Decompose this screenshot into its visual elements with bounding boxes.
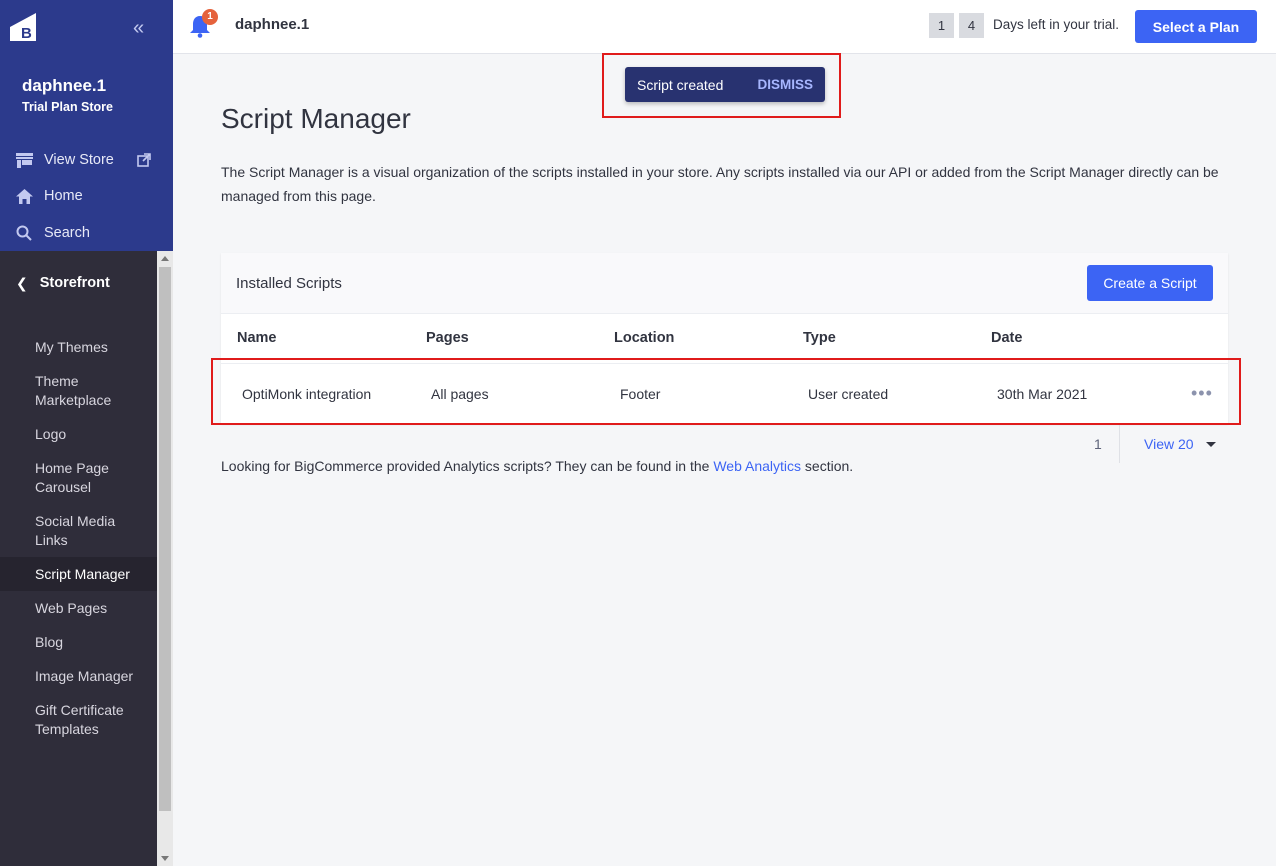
- sidebar-item-search[interactable]: Search: [0, 218, 173, 248]
- sidebar-item-image-manager[interactable]: Image Manager: [0, 667, 157, 686]
- scrollbar-thumb[interactable]: [159, 267, 171, 811]
- sidebar-item-logo[interactable]: Logo: [0, 425, 157, 444]
- sidebar-item-home-page-carousel[interactable]: Home Page Carousel: [0, 459, 157, 497]
- trial-days-digit: 1: [929, 13, 954, 38]
- toast-notification: Script created DISMISS: [625, 67, 825, 102]
- external-link-icon[interactable]: [137, 153, 151, 167]
- svg-text:B: B: [21, 25, 32, 41]
- sidebar-item-web-pages[interactable]: Web Pages: [0, 599, 157, 618]
- scroll-down-arrow-icon[interactable]: [161, 856, 169, 861]
- dismiss-button[interactable]: DISMISS: [757, 77, 813, 92]
- sidebar-item-script-manager[interactable]: Script Manager: [0, 557, 157, 591]
- top-bar: 1 daphnee.1 1 4 Days left in your trial.…: [173, 0, 1276, 54]
- sidebar-item-blog[interactable]: Blog: [0, 633, 157, 652]
- sidebar-header: B « daphnee.1 Trial Plan Store View Stor…: [0, 0, 173, 251]
- pagination-divider: [1119, 425, 1120, 463]
- footnote-text: Looking for BigCommerce provided Analyti…: [221, 458, 714, 474]
- chevron-left-icon: ❮: [16, 274, 28, 291]
- column-header-date[interactable]: Date: [991, 330, 1022, 346]
- view-per-page-select[interactable]: View 20: [1144, 436, 1194, 452]
- caret-down-icon[interactable]: [1206, 442, 1216, 447]
- sidebar-item-gift-certificate-templates[interactable]: Gift Certificate Templates: [0, 701, 157, 739]
- bigcommerce-logo-icon[interactable]: B: [10, 13, 36, 41]
- toast-message: Script created: [637, 76, 724, 93]
- card-header: Installed Scripts Create a Script: [221, 253, 1228, 314]
- page-description: The Script Manager is a visual organizat…: [221, 164, 1219, 204]
- page-title: Script Manager: [221, 103, 411, 134]
- sidebar-store-name: daphnee.1: [22, 76, 107, 95]
- home-icon: [14, 186, 34, 206]
- card-title: Installed Scripts: [236, 275, 342, 292]
- analytics-footnote: Looking for BigCommerce provided Analyti…: [221, 458, 853, 474]
- storefront-icon: [14, 150, 34, 170]
- sidebar-section-storefront[interactable]: ❮ Storefront: [0, 251, 157, 315]
- footnote-text-end: section.: [801, 458, 854, 474]
- double-chevron-left-icon[interactable]: «: [133, 18, 153, 38]
- sidebar-item-label: Search: [44, 225, 90, 241]
- select-plan-button[interactable]: Select a Plan: [1135, 10, 1257, 43]
- top-store-name: daphnee.1: [235, 16, 310, 33]
- column-header-name[interactable]: Name: [237, 330, 277, 346]
- scroll-up-arrow-icon[interactable]: [161, 256, 169, 261]
- pagination-page[interactable]: 1: [1094, 436, 1102, 452]
- sidebar-item-social-media-links[interactable]: Social Media Links: [0, 512, 157, 550]
- column-header-pages[interactable]: Pages: [426, 330, 469, 346]
- column-header-location[interactable]: Location: [614, 330, 674, 346]
- trial-text: Days left in your trial.: [993, 17, 1120, 32]
- search-icon: [14, 223, 34, 243]
- trial-days-digit: 4: [959, 13, 984, 38]
- sidebar-submenu: ❮ Storefront My Themes Theme Marketplace…: [0, 251, 173, 866]
- highlight-box: [211, 358, 1241, 425]
- web-analytics-link[interactable]: Web Analytics: [713, 458, 801, 474]
- sidebar-store-plan: Trial Plan Store: [22, 100, 114, 114]
- sidebar-item-my-themes[interactable]: My Themes: [0, 338, 157, 357]
- notification-badge: 1: [202, 9, 218, 25]
- column-header-type[interactable]: Type: [803, 330, 836, 346]
- create-script-button[interactable]: Create a Script: [1087, 265, 1213, 301]
- sidebar-item-label: View Store: [44, 152, 114, 168]
- sidebar: B « daphnee.1 Trial Plan Store View Stor…: [0, 0, 173, 866]
- sidebar-item-home[interactable]: Home: [0, 181, 173, 211]
- sidebar-item-theme-marketplace[interactable]: Theme Marketplace: [0, 372, 157, 410]
- sidebar-scrollbar[interactable]: [157, 251, 173, 866]
- sidebar-item-label: Home: [44, 188, 83, 204]
- sidebar-section-label: Storefront: [39, 275, 110, 291]
